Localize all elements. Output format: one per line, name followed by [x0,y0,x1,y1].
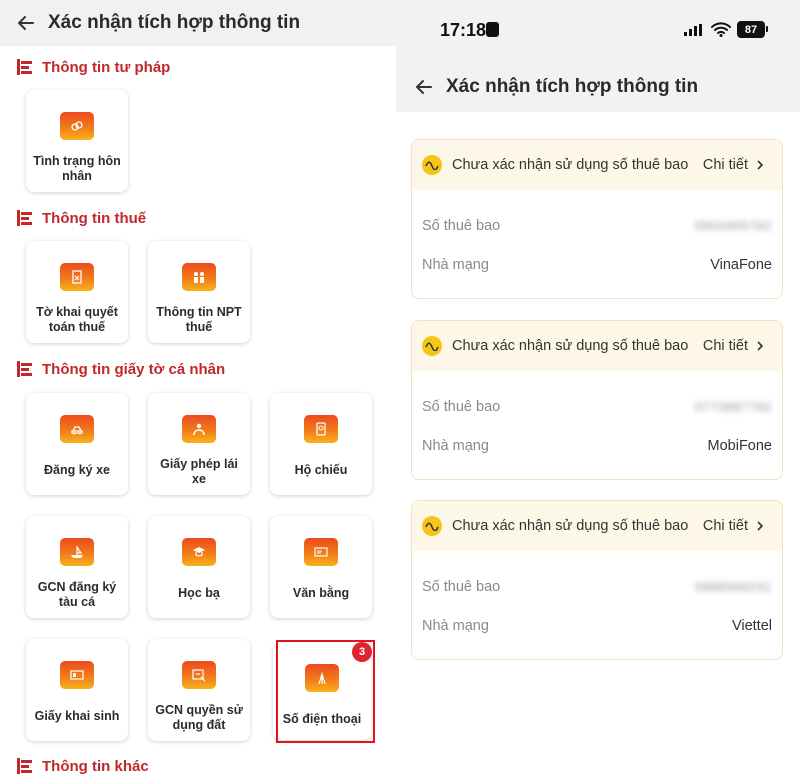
card-header[interactable]: Chưa xác nhận sử dụng số thuê bao Chi ti… [412,140,782,190]
left-header: Xác nhận tích hợp thông tin [0,0,396,46]
section-icon [17,758,32,774]
subscriber-card: Chưa xác nhận sử dụng số thuê bao Chi ti… [411,320,783,480]
subscriber-row: Số thuê bao 0986568241 [422,577,772,597]
right-panel: 17:18 87 Xác nhận tích hợp thông tin Chư… [396,0,800,780]
back-arrow-icon[interactable] [16,13,36,33]
tile-label: Giấy phép lái xe [160,457,238,486]
card-status-text: Chưa xác nhận sử dụng số thuê bao [452,518,689,534]
carrier-label: Nhà mạng [422,257,489,273]
passport-icon [304,415,338,443]
document-icon [60,263,94,291]
tile-label: GCN đăng ký tàu cá [37,580,117,609]
carrier-row: Nhà mạng Viettel [422,616,772,636]
tile-label: Tờ khai quyết toán thuế [36,305,118,334]
carrier-row: Nhà mạng MobiFone [422,436,772,456]
detail-link[interactable]: Chi tiết [703,338,748,354]
section-icon [17,361,32,377]
subscriber-row: Số thuê bao 0773867792 [422,397,772,417]
warning-wave-icon [422,155,442,175]
chevron-right-icon[interactable] [754,340,766,352]
subscriber-label: Số thuê bao [422,579,501,595]
tile-driving-license[interactable]: Giấy phép lái xe [148,393,250,495]
carrier-value: MobiFone [707,438,772,454]
tile-label: Đăng ký xe [43,463,110,477]
detail-link[interactable]: Chi tiết [703,518,748,534]
subscriber-label: Số thuê bao [422,218,501,234]
driver-icon [182,415,216,443]
section-title-other: Thông tin khác [42,757,149,775]
cellular-signal-icon [684,24,702,36]
detail-link[interactable]: Chi tiết [703,157,748,173]
tile-label: Thông tin NPT thuế [156,305,242,334]
battery-tip [766,26,768,32]
section-other: Thông tin khác [16,756,149,776]
section-personal-docs: Thông tin giấy tờ cá nhân [16,359,225,379]
tile-label: GCN quyền sử dụng đất [155,703,243,732]
carrier-label: Nhà mạng [422,438,489,454]
birth-certificate-icon [60,661,94,689]
tile-transcript[interactable]: Học bạ [148,516,250,618]
tile-diploma[interactable]: Văn bằng [270,516,372,618]
tile-npt-tax[interactable]: Thông tin NPT thuế [148,241,250,343]
back-arrow-icon[interactable] [414,77,434,97]
tile-label: Giấy khai sinh [34,709,120,723]
carrier-value: VinaFone [710,257,772,273]
boat-icon [60,538,94,566]
subscriber-value: 0903405782 [695,219,772,233]
section-icon [17,210,32,226]
card-status-text: Chưa xác nhận sử dụng số thuê bao [452,338,689,354]
chevron-right-icon[interactable] [754,520,766,532]
tile-fishing-vessel[interactable]: GCN đăng ký tàu cá [26,516,128,618]
tile-land-use-certificate[interactable]: GCN quyền sử dụng đất [148,639,250,741]
section-title-tax: Thông tin thuế [42,209,147,227]
carrier-value: Viettel [731,618,772,634]
battery-icon: 87 [737,21,765,38]
tile-passport[interactable]: Hộ chiếu [270,393,372,495]
marriage-icon [60,112,94,140]
tile-label: Hộ chiếu [294,463,348,477]
section-judicial: Thông tin tư pháp [16,57,170,77]
page-title: Xác nhận tích hợp thông tin [48,12,301,33]
wifi-icon [711,22,731,37]
status-bar: 17:18 87 [396,0,800,62]
subscriber-label: Số thuê bao [422,399,501,415]
person-badge-icon [486,22,499,37]
section-title-judicial: Thông tin tư pháp [42,58,171,76]
subscriber-card: Chưa xác nhận sử dụng số thuê bao Chi ti… [411,139,783,299]
subscriber-value: 0773867792 [695,400,772,414]
graduation-cap-icon [182,538,216,566]
tile-vehicle-registration[interactable]: Đăng ký xe [26,393,128,495]
page-title: Xác nhận tích hợp thông tin [446,76,699,97]
card-status-text: Chưa xác nhận sử dụng số thuê bao [452,157,689,173]
left-panel: Xác nhận tích hợp thông tin Thông tin tư… [0,0,396,780]
subscriber-value: 0986568241 [695,580,772,594]
tile-birth-certificate[interactable]: Giấy khai sinh [26,639,128,741]
chevron-right-icon[interactable] [754,159,766,171]
card-header[interactable]: Chưa xác nhận sử dụng số thuê bao Chi ti… [412,501,782,551]
section-tax: Thông tin thuế [16,208,146,228]
card-header[interactable]: Chưa xác nhận sử dụng số thuê bao Chi ti… [412,321,782,371]
notification-badge: 3 [352,642,372,662]
certificate-icon [304,538,338,566]
tile-tax-declaration[interactable]: Tờ khai quyết toán thuế [26,241,128,343]
section-title-personal-docs: Thông tin giấy tờ cá nhân [42,360,226,378]
status-time: 17:18 [440,20,487,40]
section-icon [17,59,32,75]
carrier-label: Nhà mạng [422,618,489,634]
right-header: Xác nhận tích hợp thông tin [396,62,800,112]
subscriber-row: Số thuê bao 0903405782 [422,216,772,236]
subscriber-card: Chưa xác nhận sử dụng số thuê bao Chi ti… [411,500,783,660]
warning-wave-icon [422,336,442,356]
family-icon [182,263,216,291]
tile-marital-status[interactable]: Tình trạng hôn nhân [26,90,128,192]
car-icon [60,415,94,443]
tile-label: Văn bằng [292,586,350,600]
carrier-row: Nhà mạng VinaFone [422,255,772,275]
screenshot-frame: Xác nhận tích hợp thông tin Thông tin tư… [0,0,800,780]
land-certificate-icon [182,661,216,689]
tile-label: Tình trạng hôn nhân [33,154,121,183]
warning-wave-icon [422,516,442,536]
tile-label: Học bạ [178,586,220,600]
